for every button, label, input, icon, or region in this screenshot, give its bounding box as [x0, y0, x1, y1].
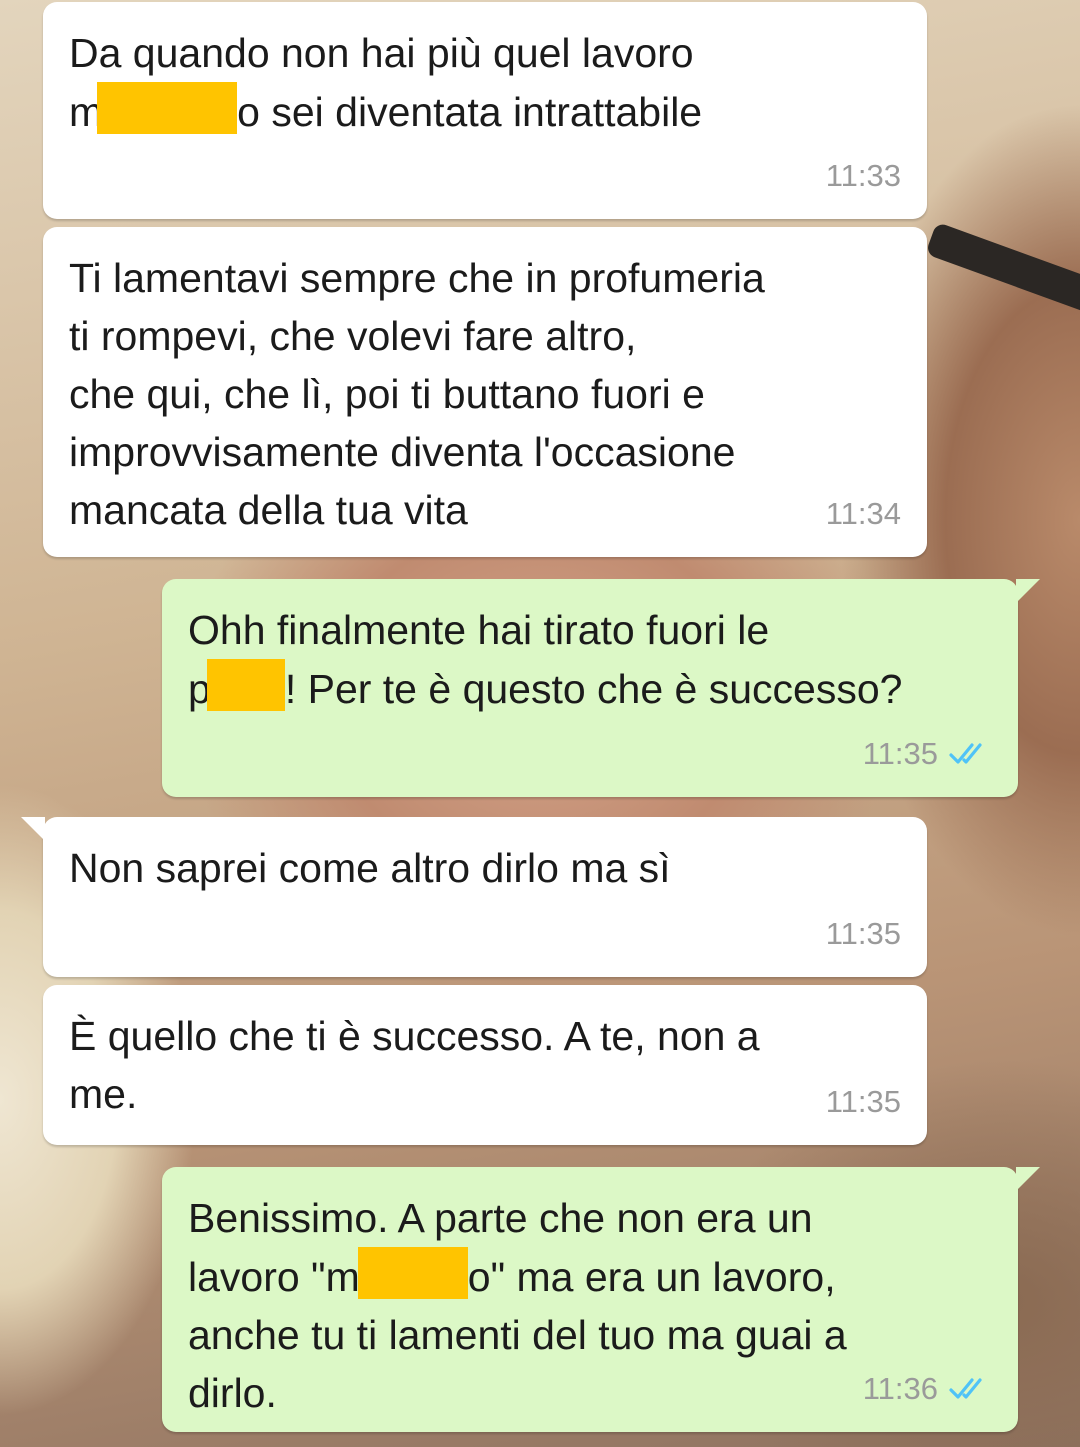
redaction-box — [97, 82, 238, 134]
message-line: Ohh finalmente hai tirato fuori le — [188, 607, 770, 653]
message-time: 11:36 — [862, 1371, 938, 1406]
message-meta: 11:34 — [826, 485, 901, 543]
message-text: Non saprei come altro dirlo ma sì — [69, 845, 671, 891]
message-meta: 11:33 — [826, 147, 901, 205]
message-time: 11:35 — [825, 916, 901, 951]
redaction-box — [206, 659, 285, 711]
message-fragment: o" ma era un lavoro, — [467, 1254, 836, 1300]
message-line: lavoro "m o" ma era un lavoro, — [188, 1247, 992, 1306]
message-meta: 11:35 — [826, 905, 901, 963]
message-meta: 11:35 — [863, 725, 992, 783]
message-time: 11:35 — [825, 1084, 901, 1119]
message-time: 11:33 — [825, 158, 901, 193]
message-meta: 11:36 — [863, 1360, 992, 1418]
redaction-box — [357, 1247, 468, 1299]
message-text: È quello che ti è successo. A te, non a … — [69, 1013, 760, 1117]
message-line: Benissimo. A parte che non era un — [188, 1195, 813, 1241]
message-fragment: lavoro "m — [188, 1254, 360, 1300]
wallpaper-glasses-detail — [925, 221, 1080, 323]
message-bubble-outgoing[interactable]: Ohh finalmente hai tirato fuori le p! Pe… — [162, 579, 1040, 797]
read-receipt-icon — [949, 743, 982, 764]
message-meta: 11:35 — [826, 1073, 901, 1131]
message-fragment: o sei diventata intrattabile — [237, 89, 703, 135]
message-bubble-outgoing[interactable]: Benissimo. A parte che non era un lavoro… — [162, 1167, 1040, 1432]
message-line: p! Per te è questo che è successo? — [188, 659, 992, 718]
message-bubble-incoming[interactable]: Ti lamentavi sempre che in profumeria ti… — [43, 227, 927, 557]
message-bubble-incoming[interactable]: Non saprei come altro dirlo ma sì 11:35 — [21, 817, 927, 977]
read-receipt-icon — [949, 1378, 982, 1399]
message-fragment: ! Per te è questo che è successo? — [284, 666, 903, 712]
message-bubble-incoming[interactable]: Da quando non hai più quel lavoro mo sei… — [43, 2, 927, 219]
message-time: 11:35 — [862, 736, 938, 771]
message-line: Da quando non hai più quel lavoro — [69, 30, 694, 76]
message-time: 11:34 — [825, 496, 901, 531]
message-text: Da quando non hai più quel lavoro mo sei… — [69, 24, 901, 141]
message-line: mo sei diventata intrattabile — [69, 82, 901, 141]
message-text: Ohh finalmente hai tirato fuori le p! Pe… — [188, 601, 992, 718]
message-text: Ti lamentavi sempre che in profumeria ti… — [69, 255, 765, 533]
message-bubble-incoming[interactable]: È quello che ti è successo. A te, non a … — [43, 985, 927, 1145]
